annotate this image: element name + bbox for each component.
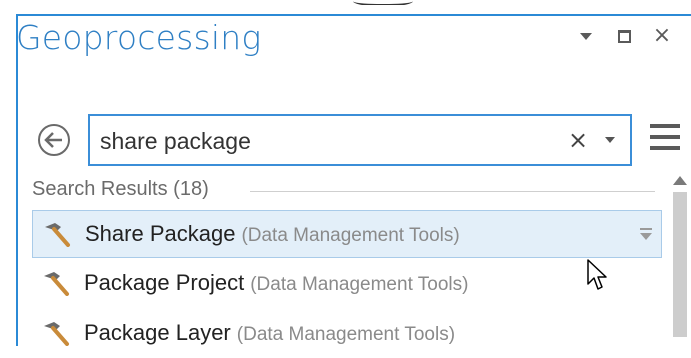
hammer-icon (45, 223, 70, 247)
result-item-package-layer[interactable]: Package Layer (Data Management Tools) (32, 310, 662, 358)
result-name: Package Layer (Data Management Tools) (84, 320, 456, 345)
result-item-package-project[interactable]: Package Project (Data Management Tools) (32, 260, 662, 308)
clear-search-icon[interactable]: × (568, 126, 588, 154)
menu-bar-bottom (650, 146, 680, 150)
maximize-icon (617, 29, 631, 43)
pane-title: Geoprocessing (16, 18, 262, 57)
search-input[interactable] (100, 124, 540, 158)
search-dropdown-icon[interactable] (605, 137, 615, 143)
result-toolbox: (Data Management Tools) (236, 324, 456, 345)
result-name: Share Package (Data Management Tools) (85, 221, 460, 246)
hammer-icon (44, 322, 69, 346)
search-box: × (88, 114, 632, 166)
scroll-thumb[interactable] (673, 192, 687, 337)
pane-options-button[interactable] (576, 26, 596, 46)
maximize-button[interactable] (614, 26, 634, 46)
expand-details-icon[interactable] (639, 227, 653, 241)
results-divider (250, 191, 655, 192)
clipped-text-fragment (345, 0, 425, 5)
result-item-share-package[interactable]: Share Package (Data Management Tools) (32, 210, 662, 258)
options-menu-button[interactable] (650, 124, 680, 150)
back-arrow-icon (44, 132, 62, 148)
scroll-up-icon[interactable] (673, 176, 687, 185)
results-scrollbar[interactable] (670, 176, 691, 337)
menu-bar-middle (650, 135, 680, 139)
window-controls: × (576, 23, 672, 48)
result-name: Package Project (Data Management Tools) (84, 270, 469, 295)
close-button[interactable]: × (652, 23, 672, 48)
result-toolbox: (Data Management Tools) (241, 225, 460, 246)
search-results-label: Search Results (18) (32, 178, 209, 200)
hammer-icon (44, 272, 69, 296)
close-icon: × (652, 23, 672, 48)
back-button[interactable] (38, 124, 70, 156)
menu-bar-top (650, 124, 680, 128)
chevron-down-icon (580, 32, 592, 40)
result-toolbox: (Data Management Tools) (250, 274, 469, 295)
